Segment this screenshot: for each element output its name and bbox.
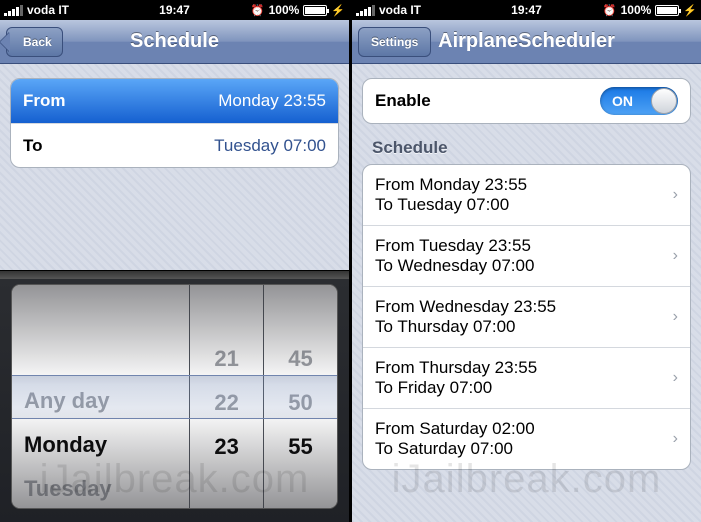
status-bar: voda IT 19:47 ⏰ 100% ⚡ [0, 0, 349, 20]
schedule-item[interactable]: From Monday 23:55To Tuesday 07:00 › [363, 165, 690, 225]
schedule-item-from: From Tuesday 23:55 [375, 236, 531, 256]
nav-bar: Back Schedule [0, 20, 349, 64]
datetime-picker[interactable]: Any day Monday Tuesday Wednesday 21 22 2… [0, 270, 349, 522]
schedule-item-to: To Tuesday 07:00 [375, 195, 509, 215]
enable-cell: Enable ON [363, 79, 690, 123]
schedule-item-to: To Thursday 07:00 [375, 317, 516, 337]
schedule-item-from: From Wednesday 23:55 [375, 297, 556, 317]
from-label: From [23, 91, 66, 111]
alarm-icon: ⏰ [251, 4, 265, 17]
picker-col-minute[interactable]: 45 50 55 [263, 285, 337, 508]
toggle-knob [651, 88, 677, 114]
back-button[interactable]: Back [6, 27, 63, 57]
battery-percent: 100% [269, 3, 300, 17]
schedule-section-header: Schedule [372, 138, 701, 158]
status-time: 19:47 [159, 3, 190, 17]
schedule-range-group: From Monday 23:55 To Tuesday 07:00 [10, 78, 339, 168]
enable-group: Enable ON [362, 78, 691, 124]
to-cell[interactable]: To Tuesday 07:00 [11, 123, 338, 167]
to-label: To [23, 136, 43, 156]
schedule-item-from: From Thursday 23:55 [375, 358, 537, 378]
signal-icon [356, 5, 375, 16]
signal-icon [4, 5, 23, 16]
toggle-state: ON [612, 93, 633, 109]
schedule-item-from: From Saturday 02:00 [375, 419, 535, 439]
battery-percent: 100% [621, 3, 652, 17]
screen-schedule-detail: voda IT 19:47 ⏰ 100% ⚡ Back Schedule Fro… [0, 0, 349, 522]
chevron-right-icon: › [673, 247, 678, 265]
chevron-right-icon: › [673, 430, 678, 448]
screen-scheduler-list: voda IT 19:47 ⏰ 100% ⚡ Settings Airplane… [352, 0, 701, 522]
schedule-item[interactable]: From Saturday 02:00To Saturday 07:00 › [363, 408, 690, 469]
chevron-right-icon: › [673, 186, 678, 204]
status-bar: voda IT 19:47 ⏰ 100% ⚡ [352, 0, 701, 20]
battery-icon [655, 5, 679, 16]
schedule-list: From Monday 23:55To Tuesday 07:00›From T… [362, 164, 691, 470]
schedule-item-to: To Friday 07:00 [375, 378, 492, 398]
battery-icon [303, 5, 327, 16]
status-time: 19:47 [511, 3, 542, 17]
picker-col-day[interactable]: Any day Monday Tuesday Wednesday [12, 285, 189, 508]
carrier-label: voda IT [379, 3, 421, 17]
schedule-item[interactable]: From Wednesday 23:55To Thursday 07:00 › [363, 286, 690, 347]
alarm-icon: ⏰ [603, 4, 617, 17]
nav-bar: Settings AirplaneScheduler [352, 20, 701, 64]
chevron-right-icon: › [673, 308, 678, 326]
charging-icon: ⚡ [331, 4, 345, 17]
enable-toggle[interactable]: ON [600, 87, 678, 115]
schedule-item-to: To Saturday 07:00 [375, 439, 513, 459]
carrier-label: voda IT [27, 3, 69, 17]
enable-label: Enable [375, 91, 431, 111]
charging-icon: ⚡ [683, 4, 697, 17]
to-value: Tuesday 07:00 [214, 136, 326, 156]
schedule-item-from: From Monday 23:55 [375, 175, 527, 195]
chevron-right-icon: › [673, 369, 678, 387]
schedule-item[interactable]: From Thursday 23:55To Friday 07:00 › [363, 347, 690, 408]
schedule-item-to: To Wednesday 07:00 [375, 256, 534, 276]
settings-back-button[interactable]: Settings [358, 27, 431, 57]
page-title: Schedule [130, 30, 219, 53]
page-title: AirplaneScheduler [438, 30, 615, 53]
from-cell[interactable]: From Monday 23:55 [11, 79, 338, 123]
schedule-item[interactable]: From Tuesday 23:55To Wednesday 07:00 › [363, 225, 690, 286]
picker-col-hour[interactable]: 21 22 23 [189, 285, 263, 508]
from-value: Monday 23:55 [218, 91, 326, 111]
